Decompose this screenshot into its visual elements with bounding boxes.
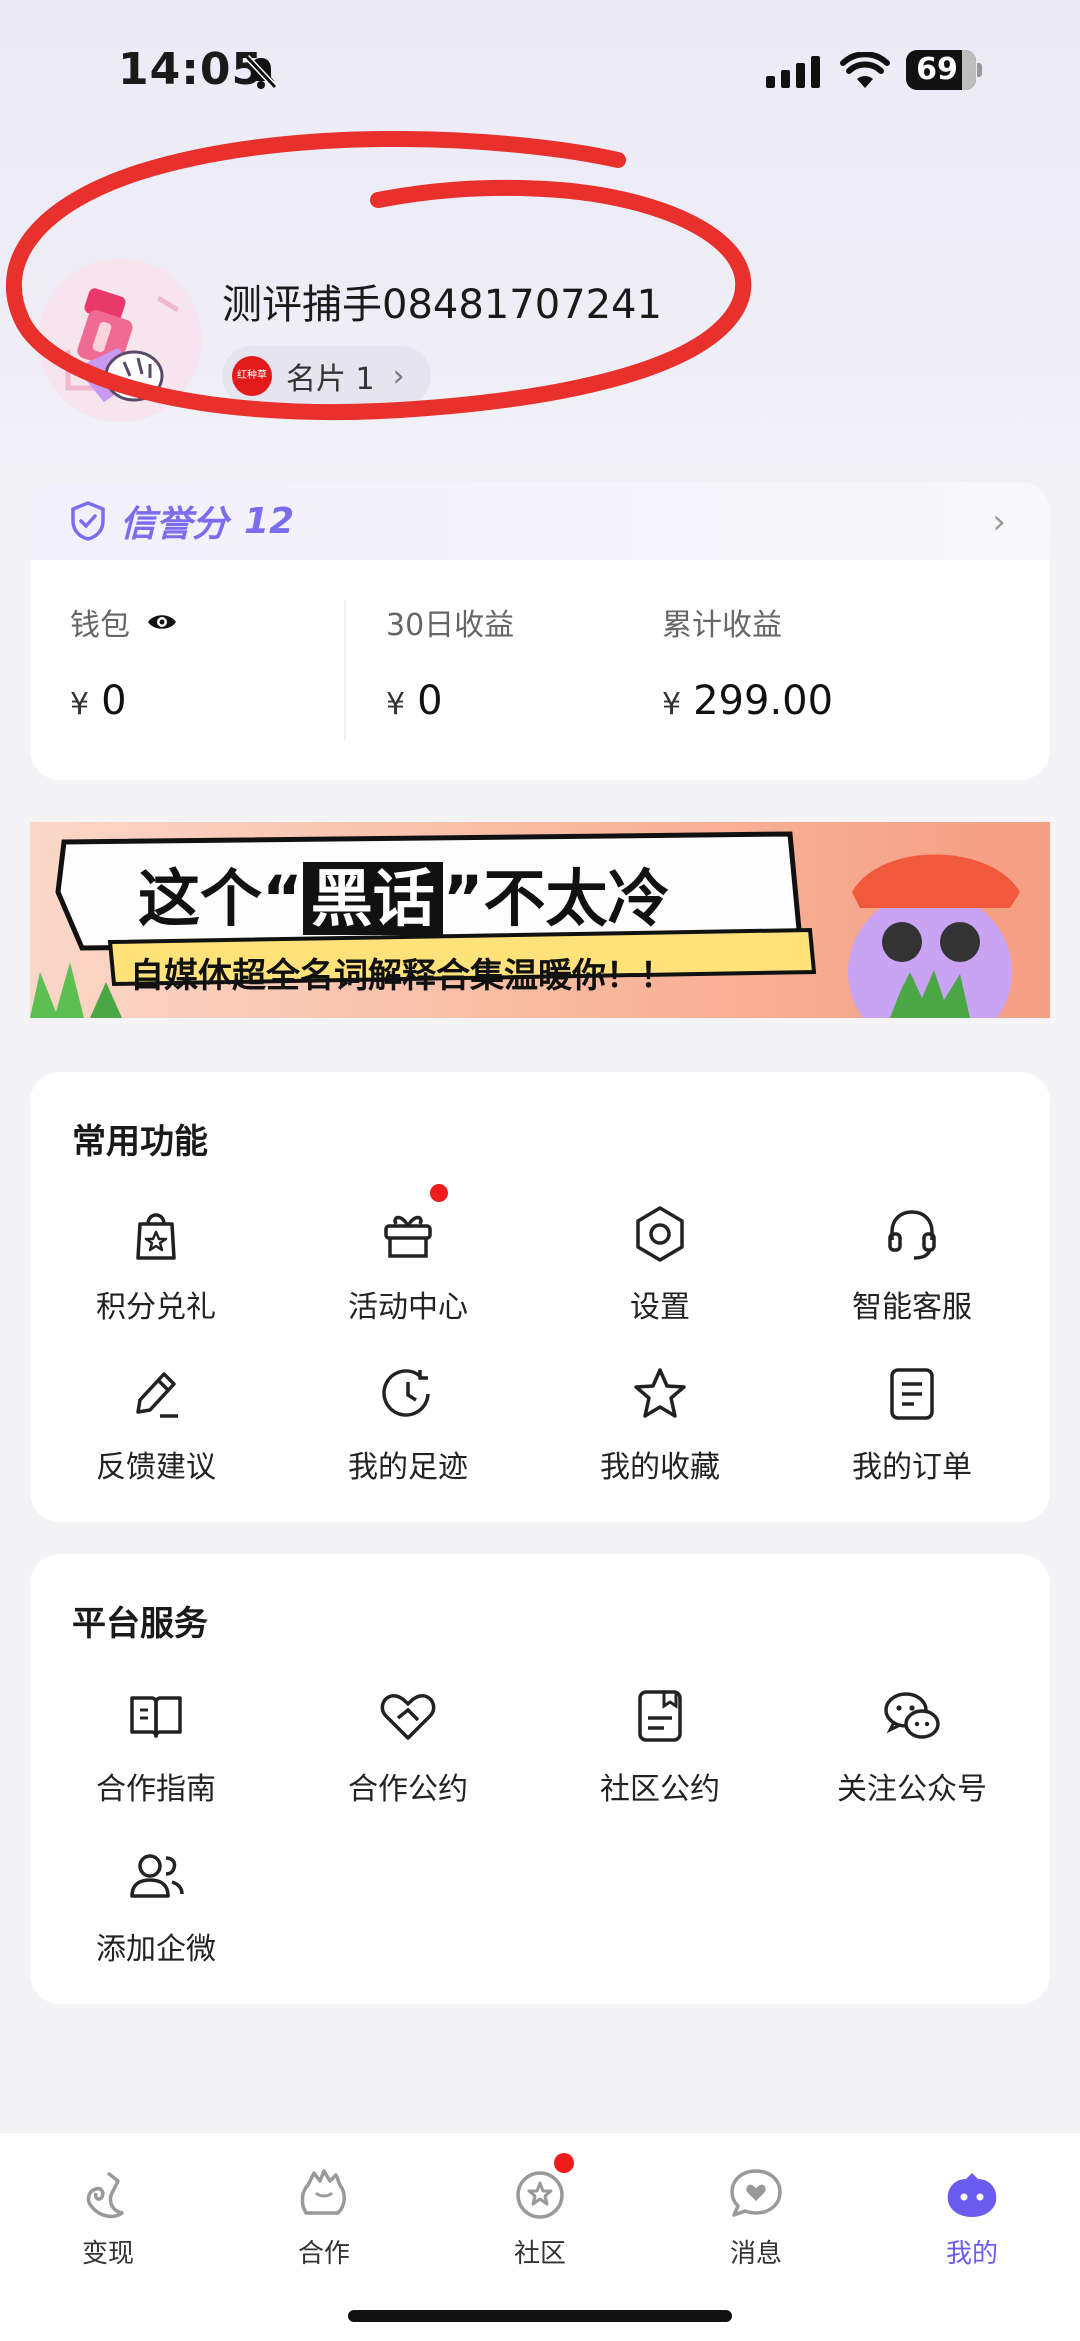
tab-label: 消息 (729, 2239, 782, 2269)
menu-item-settings[interactable]: 设置 (560, 1202, 760, 1326)
menu-item-customer-service[interactable]: 智能客服 (812, 1202, 1012, 1326)
banner-headline-post: ”不太冷 (442, 862, 670, 935)
menu-item-coop-guide[interactable]: 合作指南 (56, 1684, 256, 1808)
handshake-heart-icon (376, 1684, 440, 1748)
earnings-30d-value: 0 (417, 678, 443, 724)
menu-item-label: 智能客服 (852, 1290, 972, 1325)
credit-score-bar[interactable]: 信誉分 12 › (30, 482, 1050, 560)
platform-services-section: 平台服务 合作指南 合作公约 社区公约 关注公众号 添加企微 (30, 1554, 1050, 2004)
menu-item-label: 活动中心 (348, 1290, 468, 1325)
gift-bag-icon (124, 1202, 188, 1266)
menu-item-label: 合作指南 (96, 1772, 216, 1807)
star-icon (628, 1362, 692, 1426)
currency-symbol: ¥ (662, 687, 682, 722)
headset-icon (880, 1202, 944, 1266)
menu-item-label: 添加企微 (96, 1932, 216, 1967)
notification-dot (554, 2153, 574, 2173)
earnings-total-label: 累计收益 (662, 608, 782, 643)
earnings-total-value: 299.00 (693, 678, 834, 724)
tab-monetize[interactable]: 变现 (28, 2163, 188, 2270)
tab-label: 我的 (945, 2239, 998, 2269)
document-icon (628, 1684, 692, 1748)
wallet-label: 钱包 (70, 608, 130, 643)
annotation-circle (5, 130, 752, 420)
shield-check-icon (71, 501, 105, 541)
history-clock-icon (376, 1362, 440, 1426)
message-icon (726, 2163, 786, 2223)
earnings-30d-label: 30日收益 (386, 608, 515, 643)
menu-item-feedback[interactable]: 反馈建议 (56, 1362, 256, 1486)
menu-item-label: 我的足迹 (348, 1450, 468, 1485)
pencil-icon (124, 1362, 188, 1426)
wechat-icon (880, 1684, 944, 1748)
menu-item-label: 设置 (630, 1290, 690, 1325)
banner-subline: 自媒体超全名词解释合集温暖你！！ (130, 956, 674, 996)
menu-item-follow-official[interactable]: 关注公众号 (812, 1684, 1012, 1808)
menu-item-label: 我的收藏 (600, 1450, 720, 1485)
settings-hex-icon (628, 1202, 692, 1266)
battery-level: 69 (916, 52, 958, 87)
menu-item-orders[interactable]: 我的订单 (812, 1362, 1012, 1486)
cooperate-icon (294, 2163, 354, 2223)
common-functions-section: 常用功能 积分兑礼 活动中心 设置 智能客服 反馈建议 我的足迹 我的收藏 我的… (30, 1072, 1050, 1522)
credit-score-label: 信誉分 (120, 504, 229, 545)
wallet-balance[interactable]: 钱包 ¥0 (70, 600, 178, 724)
battery-icon: 69 (906, 50, 982, 90)
earnings-total: 累计收益 ¥299.00 (662, 600, 833, 724)
banner-headline-pre: 这个“ (138, 862, 303, 935)
promo-banner[interactable]: 这个“ 黑话 ”不太冷 自媒体超全名词解释合集温暖你！！ (30, 822, 1050, 1018)
menu-item-coop-agreement[interactable]: 合作公约 (308, 1684, 508, 1808)
wallet-card: 信誉分 12 › 钱包 ¥0 30日收益 ¥0 累计收益 ¥ 299.00 (30, 482, 1050, 780)
cellular-signal-icon (766, 56, 820, 88)
guide-book-icon (124, 1684, 188, 1748)
status-bar: 14:05 69 (0, 0, 1080, 140)
tab-label: 变现 (81, 2239, 134, 2269)
tab-label: 合作 (297, 2239, 350, 2269)
credit-score-value: 12 (244, 500, 295, 542)
banner-headline-key: 黑话 (302, 862, 443, 935)
tab-cooperate[interactable]: 合作 (244, 2163, 404, 2270)
me-icon (942, 2163, 1002, 2223)
currency-symbol: ¥ (386, 687, 406, 722)
menu-item-label: 我的订单 (852, 1450, 972, 1485)
earnings-30d: 30日收益 ¥0 (386, 600, 514, 724)
menu-item-favorites[interactable]: 我的收藏 (560, 1362, 760, 1486)
notification-dot (430, 1184, 448, 1202)
wallet-value: 0 (101, 678, 127, 724)
menu-item-label: 积分兑礼 (96, 1290, 216, 1325)
tab-community[interactable]: 社区 (460, 2153, 620, 2270)
eye-icon[interactable] (146, 611, 178, 633)
chevron-right-icon: › (992, 502, 1006, 542)
contacts-icon (124, 1844, 188, 1908)
menu-item-footprints[interactable]: 我的足迹 (308, 1362, 508, 1486)
menu-item-points-redeem[interactable]: 积分兑礼 (56, 1202, 256, 1326)
wifi-icon (840, 51, 890, 94)
gift-box-icon (376, 1184, 448, 1266)
order-list-icon (880, 1362, 944, 1426)
menu-item-activity-center[interactable]: 活动中心 (308, 1184, 508, 1326)
section-title: 平台服务 (72, 1604, 208, 1644)
tab-me[interactable]: 我的 (892, 2163, 1052, 2270)
menu-item-label: 反馈建议 (96, 1450, 216, 1485)
menu-item-community-rules[interactable]: 社区公约 (560, 1684, 760, 1808)
menu-item-label: 社区公约 (600, 1772, 720, 1807)
tab-messages[interactable]: 消息 (676, 2163, 836, 2270)
divider (344, 600, 346, 740)
community-icon (510, 2153, 574, 2223)
monetize-icon (78, 2163, 138, 2223)
menu-item-add-wecom[interactable]: 添加企微 (56, 1844, 256, 1968)
status-time: 14:05 (118, 44, 264, 95)
menu-item-label: 合作公约 (348, 1772, 468, 1807)
tab-label: 社区 (513, 2239, 566, 2269)
menu-item-label: 关注公众号 (837, 1772, 987, 1807)
section-title: 常用功能 (72, 1122, 208, 1162)
home-indicator[interactable] (348, 2310, 732, 2322)
bell-muted-icon (244, 54, 278, 94)
currency-symbol: ¥ (70, 687, 90, 722)
